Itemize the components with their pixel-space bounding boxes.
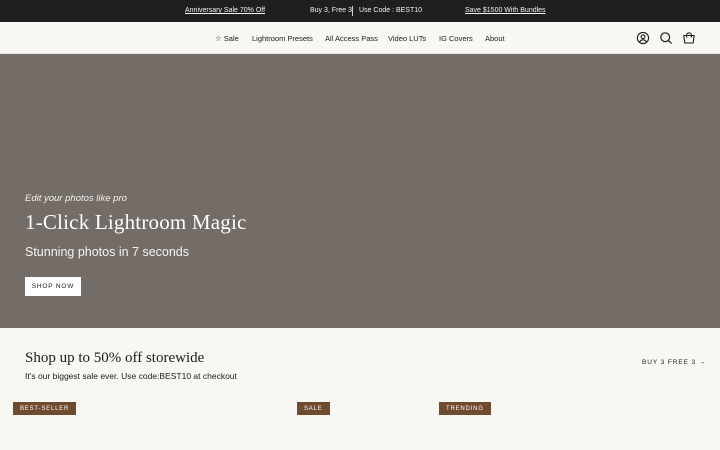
sale-section-subtitle: It's our biggest sale ever. Use code:BES… bbox=[25, 371, 237, 381]
announcement-divider bbox=[352, 6, 353, 16]
nav-item-video-luts[interactable]: Video LUTs bbox=[388, 34, 426, 43]
promo-buy-3-free-3: Buy 3, Free 3 bbox=[310, 7, 353, 14]
search-icon[interactable] bbox=[659, 31, 673, 45]
cart-icon[interactable] bbox=[682, 31, 696, 45]
nav-item-lightroom-presets[interactable]: Lightroom Presets bbox=[252, 34, 313, 43]
nav-item-sale[interactable]: ☆ Sale bbox=[215, 34, 239, 43]
sale-subtitle-prefix: It's our biggest sale ever. Use code: bbox=[25, 371, 160, 381]
nav-item-about[interactable]: About bbox=[485, 34, 505, 43]
promo-bundles-link[interactable]: Save $1500 With Bundles bbox=[465, 7, 546, 14]
badge-trending: TRENDING bbox=[439, 402, 491, 415]
buy-3-free-3-link[interactable]: BUY 3 FREE 3 → bbox=[642, 359, 706, 366]
shop-now-button[interactable]: SHOP NOW bbox=[25, 277, 81, 296]
hero-title: 1-Click Lightroom Magic bbox=[25, 210, 247, 234]
nav-item-ig-covers[interactable]: IG Covers bbox=[439, 34, 473, 43]
promo-code-text: Use Code : BEST10 bbox=[359, 7, 423, 14]
hero-kicker: Edit your photos like pro bbox=[25, 193, 127, 204]
nav-item-all-access-pass[interactable]: All Access Pass bbox=[325, 34, 378, 43]
badge-best-seller: BEST-SELLER bbox=[13, 402, 77, 415]
site-header: ☆ Sale Lightroom Presets All Access Pass… bbox=[0, 22, 720, 54]
sale-code: BEST10 bbox=[159, 371, 192, 381]
sale-section: Shop up to 50% off storewide It's our bi… bbox=[0, 328, 720, 450]
announcement-bar: Anniversary Sale 70% Off Buy 3, Free 3 U… bbox=[0, 0, 720, 22]
account-icon[interactable] bbox=[636, 31, 650, 45]
sale-section-title: Shop up to 50% off storewide bbox=[25, 350, 205, 366]
badge-sale: SALE bbox=[297, 402, 330, 415]
main-nav: ☆ Sale Lightroom Presets All Access Pass… bbox=[0, 34, 720, 44]
hero-banner: Edit your photos like pro 1-Click Lightr… bbox=[0, 54, 720, 328]
hero-subtitle: Stunning photos in 7 seconds bbox=[25, 245, 190, 259]
sale-subtitle-suffix: at checkout bbox=[191, 371, 237, 381]
promo-anniversary-sale-link[interactable]: Anniversary Sale 70% Off bbox=[185, 7, 265, 14]
